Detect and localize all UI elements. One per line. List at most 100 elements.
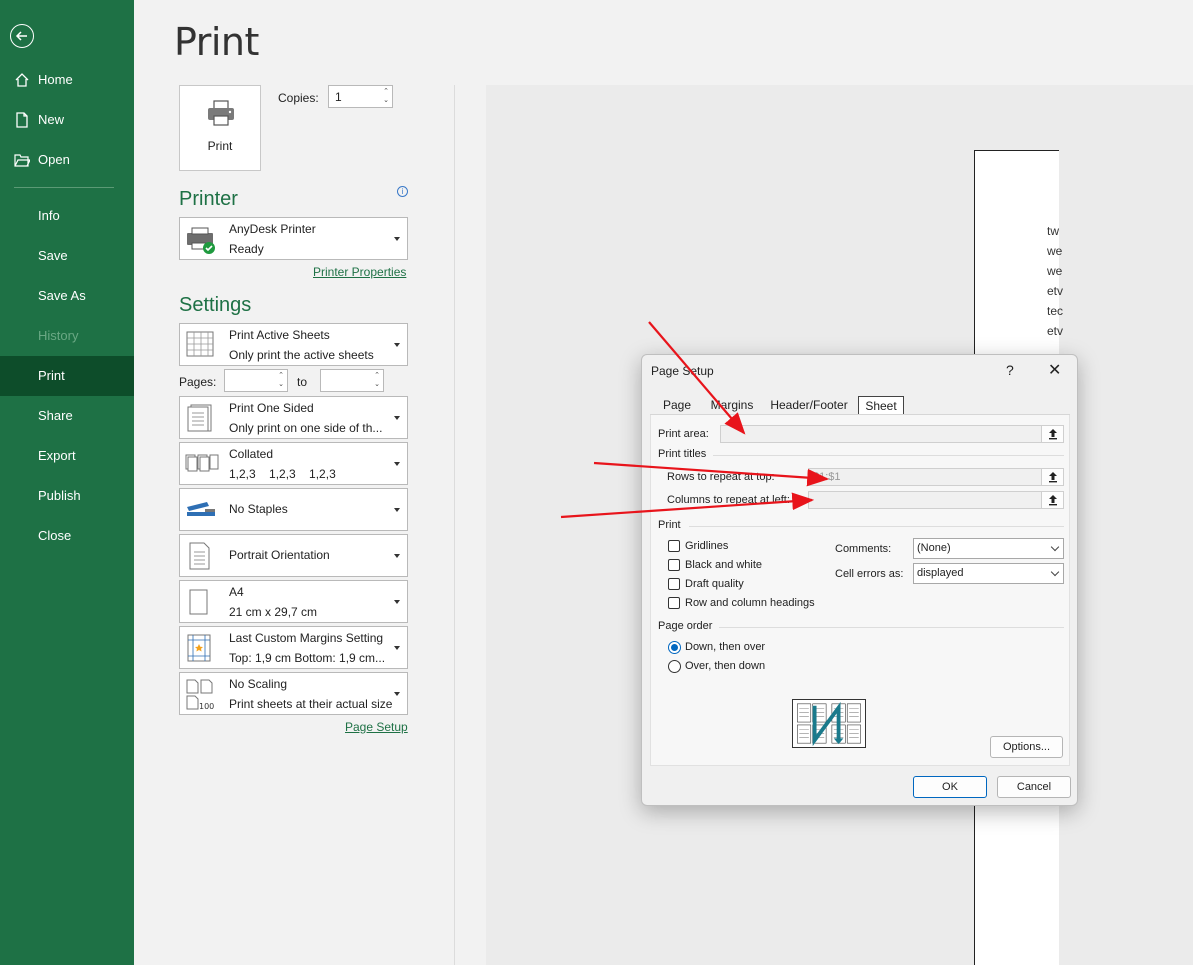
paper-size-dropdown[interactable]: A4 21 cm x 29,7 cm (179, 580, 408, 623)
setting-line2: Only print on one side of th... (229, 421, 383, 435)
print-button-label: Print (207, 139, 233, 153)
close-icon[interactable]: ✕ (1048, 360, 1061, 380)
nav-home[interactable]: Home (0, 60, 134, 100)
page-setup-link[interactable]: Page Setup (345, 720, 408, 734)
pages-label: Pages: (179, 375, 217, 389)
cancel-button[interactable]: Cancel (997, 776, 1071, 798)
group-divider (689, 526, 1064, 527)
chevron-down-icon (394, 692, 400, 696)
printer-status: Ready (229, 242, 264, 256)
draft-quality-checkbox[interactable] (668, 578, 680, 590)
down-then-over-label: Down, then over (685, 641, 766, 653)
spinner-arrows-icon[interactable]: ⌃ ⌄ (278, 371, 284, 389)
print-button[interactable]: Print (179, 85, 261, 171)
copies-spinner[interactable]: 1 ⌃ ⌄ (328, 85, 393, 108)
printer-dropdown[interactable]: AnyDesk Printer Ready (179, 217, 408, 260)
tab-margins[interactable]: Margins (706, 396, 758, 415)
nav-export[interactable]: Export (0, 436, 134, 476)
collation-dropdown[interactable]: Collated 1,2,3 1,2,3 1,2,3 (179, 442, 408, 485)
setting-line2: 1,2,3 1,2,3 1,2,3 (229, 467, 336, 481)
margins-dropdown[interactable]: Last Custom Margins Setting Top: 1,9 cm … (179, 626, 408, 669)
gridlines-label: Gridlines (685, 540, 729, 552)
nav-open-label: Open (38, 152, 70, 167)
staples-dropdown[interactable]: No Staples (179, 488, 408, 531)
page-setup-dialog: Page Setup ? ✕ Page Margins Header/Foote… (641, 354, 1078, 806)
portrait-icon (189, 542, 210, 570)
nav-close[interactable]: Close (0, 516, 134, 556)
black-white-checkbox[interactable] (668, 559, 680, 571)
collapse-dialog-button[interactable] (1041, 469, 1063, 485)
nav-open[interactable]: Open (0, 140, 134, 180)
setting-line1: Portrait Orientation (229, 548, 330, 562)
setting-line1: No Scaling (229, 677, 288, 691)
draft-quality-label: Draft quality (685, 578, 744, 590)
nav-info-label: Info (38, 208, 60, 223)
tab-sheet[interactable]: Sheet (858, 396, 904, 415)
nav-share[interactable]: Share (0, 396, 134, 436)
over-then-down-radio[interactable] (668, 660, 681, 673)
collated-icon (185, 454, 219, 472)
cols-repeat-input[interactable] (808, 491, 1064, 509)
help-icon[interactable]: ? (1006, 362, 1014, 378)
chevron-down-icon (394, 554, 400, 558)
preview-text-line: tec (1047, 304, 1064, 318)
sides-dropdown[interactable]: Print One Sided Only print on one side o… (179, 396, 408, 439)
margins-icon (187, 634, 211, 662)
group-divider (713, 455, 1064, 456)
print-area-label: Print area: (658, 428, 709, 440)
nav-save-as[interactable]: Save As (0, 276, 134, 316)
nav-export-label: Export (38, 448, 76, 463)
print-area-input[interactable] (720, 425, 1064, 443)
chevron-down-icon (394, 600, 400, 604)
info-icon[interactable]: i (397, 186, 408, 197)
setting-line1: Last Custom Margins Setting (229, 631, 384, 645)
collapse-dialog-button[interactable] (1041, 426, 1063, 442)
cell-errors-select[interactable]: displayed (913, 563, 1064, 584)
settings-heading: Settings (179, 294, 252, 316)
nav-info[interactable]: Info (0, 196, 134, 236)
row-col-headings-checkbox[interactable] (668, 597, 680, 609)
setting-line1: Print One Sided (229, 401, 314, 415)
collapse-dialog-button[interactable] (1041, 492, 1063, 508)
spinner-arrows-icon[interactable]: ⌃ ⌄ (383, 87, 389, 105)
scaling-dropdown[interactable]: 100 No Scaling Print sheets at their act… (179, 672, 408, 715)
rows-repeat-input[interactable]: $1:$1 (808, 468, 1064, 486)
gridlines-checkbox[interactable] (668, 540, 680, 552)
nav-print-label: Print (38, 368, 65, 383)
setting-line1: A4 (229, 585, 244, 599)
print-what-dropdown[interactable]: Print Active Sheets Only print the activ… (179, 323, 408, 366)
pane-divider (454, 85, 455, 965)
setting-line1: Collated (229, 447, 274, 461)
nav-new[interactable]: New (0, 100, 134, 140)
nav-publish[interactable]: Publish (0, 476, 134, 516)
tab-page[interactable]: Page (656, 396, 698, 415)
nav-print[interactable]: Print (0, 356, 134, 396)
comments-select[interactable]: (None) (913, 538, 1064, 559)
tab-header-footer[interactable]: Header/Footer (766, 396, 852, 415)
back-arrow-icon[interactable] (10, 24, 34, 48)
sheets-grid-icon (186, 331, 214, 357)
ok-button[interactable]: OK (913, 776, 987, 798)
options-button[interactable]: Options... (990, 736, 1063, 758)
printer-properties-link[interactable]: Printer Properties (313, 265, 406, 279)
rows-repeat-label: Rows to repeat at top: (667, 471, 775, 483)
backstage-sidebar: Home New Open Info Save Save As History … (0, 0, 134, 965)
orientation-dropdown[interactable]: Portrait Orientation (179, 534, 408, 577)
nav-save-label: Save (38, 248, 68, 263)
nav-save[interactable]: Save (0, 236, 134, 276)
printer-icon (208, 100, 234, 126)
comments-label: Comments: (835, 543, 892, 555)
page-order-label: Page order (658, 620, 713, 632)
one-sided-icon (187, 404, 212, 432)
spinner-arrows-icon[interactable]: ⌃ ⌄ (374, 371, 380, 389)
page-title: Print (174, 20, 259, 64)
down-then-over-radio[interactable] (668, 641, 681, 654)
chevron-down-icon (1050, 567, 1060, 577)
pages-from-input[interactable]: ⌃ ⌄ (224, 369, 288, 392)
page-order-diagram-icon (792, 699, 866, 748)
new-document-icon (16, 112, 28, 128)
upload-arrow-icon (1049, 495, 1057, 506)
upload-arrow-icon (1049, 429, 1057, 440)
sheet-tab-panel: Print area: Print titles Rows to repeat … (650, 415, 1070, 766)
pages-to-input[interactable]: ⌃ ⌄ (320, 369, 384, 392)
